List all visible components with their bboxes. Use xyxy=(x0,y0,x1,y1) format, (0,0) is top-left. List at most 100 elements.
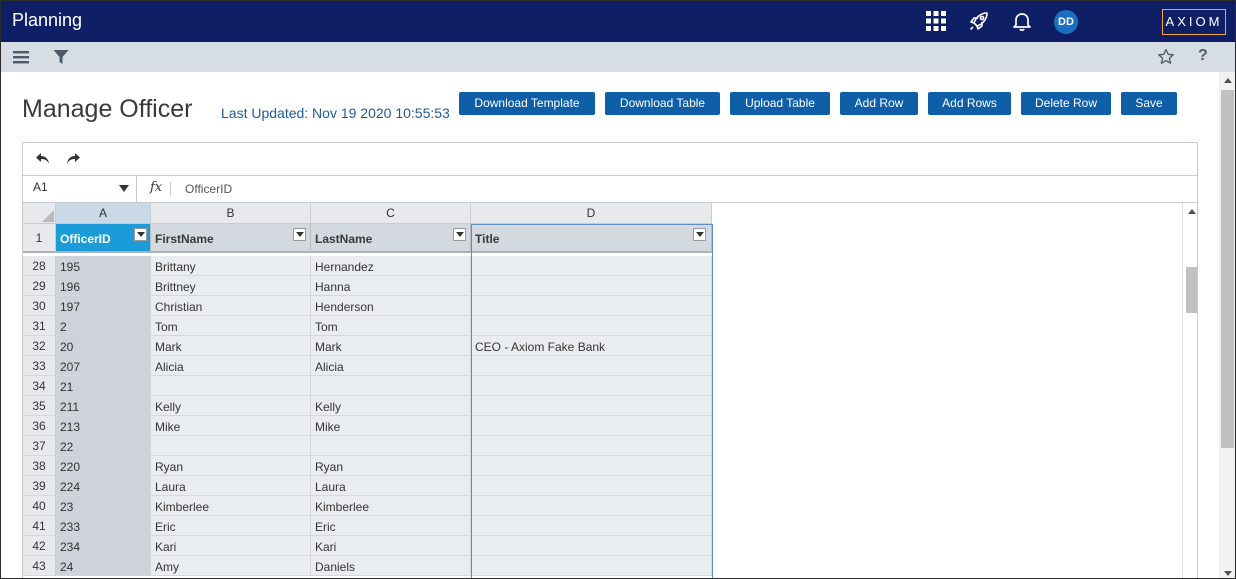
table-cell[interactable] xyxy=(471,436,712,456)
table-cell[interactable]: Daniels xyxy=(311,556,471,576)
table-cell[interactable] xyxy=(471,376,712,396)
table-cell[interactable]: 22 xyxy=(56,436,151,456)
grid-vertical-scrollbar[interactable] xyxy=(1182,203,1197,578)
scroll-down-arrow-icon[interactable] xyxy=(1224,571,1232,576)
table-cell[interactable]: Tom xyxy=(311,316,471,336)
table-cell[interactable]: Mark xyxy=(311,336,471,356)
table-cell[interactable] xyxy=(311,376,471,396)
chevron-down-icon[interactable] xyxy=(119,185,129,193)
table-cell[interactable] xyxy=(151,376,311,396)
scroll-up-arrow-icon[interactable] xyxy=(1188,209,1196,214)
table-cell[interactable]: Hanna xyxy=(311,276,471,296)
row-number[interactable]: 1 xyxy=(23,224,56,253)
table-cell[interactable]: Alicia xyxy=(311,356,471,376)
column-filter-button[interactable] xyxy=(134,228,147,241)
table-cell[interactable]: Eric xyxy=(151,516,311,536)
formula-input[interactable]: OfficerID xyxy=(185,182,232,196)
table-cell[interactable]: 211 xyxy=(56,396,151,416)
redo-icon[interactable] xyxy=(65,152,81,166)
table-cell[interactable]: 2 xyxy=(56,316,151,336)
page-vertical-scrollbar[interactable] xyxy=(1219,72,1235,578)
table-cell[interactable]: Kari xyxy=(311,536,471,556)
table-cell[interactable]: Laura xyxy=(151,476,311,496)
table-cell[interactable] xyxy=(471,296,712,316)
table-cell[interactable]: Mike xyxy=(151,416,311,436)
table-cell[interactable]: 234 xyxy=(56,536,151,556)
table-cell[interactable]: Ryan xyxy=(311,456,471,476)
select-all-corner[interactable] xyxy=(23,203,56,224)
table-cell[interactable] xyxy=(471,416,712,436)
delete-row-button[interactable]: Delete Row xyxy=(1021,92,1111,115)
table-cell[interactable]: Mike xyxy=(311,416,471,436)
table-cell[interactable] xyxy=(471,476,712,496)
row-number[interactable]: 28 xyxy=(23,256,56,276)
table-cell[interactable]: Henderson xyxy=(311,296,471,316)
table-cell[interactable] xyxy=(471,256,712,276)
table-cell[interactable]: Kelly xyxy=(311,396,471,416)
table-cell[interactable]: 196 xyxy=(56,276,151,296)
table-cell[interactable]: 197 xyxy=(56,296,151,316)
scroll-up-arrow-icon[interactable] xyxy=(1224,78,1232,83)
row-number[interactable]: 38 xyxy=(23,456,56,476)
table-cell[interactable]: Kelly xyxy=(151,396,311,416)
column-filter-button[interactable] xyxy=(453,228,466,241)
table-cell[interactable] xyxy=(471,556,712,576)
add-row-button[interactable]: Add Row xyxy=(840,92,918,115)
table-cell[interactable] xyxy=(471,356,712,376)
row-number[interactable]: 33 xyxy=(23,356,56,376)
table-cell[interactable]: Brittney xyxy=(151,276,311,296)
column-header-d[interactable]: D xyxy=(471,203,712,224)
table-cell[interactable]: 224 xyxy=(56,476,151,496)
bell-icon[interactable] xyxy=(1010,9,1034,33)
table-cell[interactable]: CEO - Axiom Fake Bank xyxy=(471,336,712,356)
table-cell[interactable]: Mark xyxy=(151,336,311,356)
table-cell[interactable]: Alicia xyxy=(151,356,311,376)
table-cell[interactable] xyxy=(471,456,712,476)
app-grid-icon[interactable] xyxy=(924,9,948,33)
row-number[interactable]: 43 xyxy=(23,556,56,576)
row-number[interactable]: 42 xyxy=(23,536,56,556)
row-number[interactable]: 32 xyxy=(23,336,56,356)
table-cell[interactable]: Ryan xyxy=(151,456,311,476)
table-cell[interactable]: 220 xyxy=(56,456,151,476)
cell-name-box[interactable]: A1 xyxy=(23,176,137,202)
table-cell[interactable]: Tom xyxy=(151,316,311,336)
table-cell[interactable]: 233 xyxy=(56,516,151,536)
table-cell[interactable]: 213 xyxy=(56,416,151,436)
row-number[interactable]: 36 xyxy=(23,416,56,436)
table-cell[interactable]: Kimberlee xyxy=(151,496,311,516)
table-cell[interactable]: Christian xyxy=(151,296,311,316)
table-cell[interactable] xyxy=(471,276,712,296)
download-template-button[interactable]: Download Template xyxy=(459,92,595,115)
table-cell[interactable]: 207 xyxy=(56,356,151,376)
upload-table-button[interactable]: Upload Table xyxy=(730,92,830,115)
row-number[interactable]: 40 xyxy=(23,496,56,516)
column-header-b[interactable]: B xyxy=(151,203,311,224)
table-cell[interactable]: Hernandez xyxy=(311,256,471,276)
row-number[interactable]: 30 xyxy=(23,296,56,316)
star-icon[interactable] xyxy=(1157,48,1175,66)
table-cell[interactable]: 195 xyxy=(56,256,151,276)
row-number[interactable]: 41 xyxy=(23,516,56,536)
row-number[interactable]: 39 xyxy=(23,476,56,496)
menu-icon[interactable] xyxy=(12,48,30,66)
row-number[interactable]: 37 xyxy=(23,436,56,456)
table-cell[interactable] xyxy=(471,536,712,556)
column-header-a[interactable]: A xyxy=(56,203,151,224)
download-table-button[interactable]: Download Table xyxy=(605,92,720,115)
table-cell[interactable] xyxy=(311,436,471,456)
header-cell-lastname[interactable]: LastName xyxy=(311,224,471,253)
table-cell[interactable] xyxy=(471,516,712,536)
table-cell[interactable]: 24 xyxy=(56,556,151,576)
table-cell[interactable]: Amy xyxy=(151,556,311,576)
table-cell[interactable] xyxy=(151,436,311,456)
table-cell[interactable]: Brittany xyxy=(151,256,311,276)
table-cell[interactable]: Kari xyxy=(151,536,311,556)
header-cell-title[interactable]: Title xyxy=(471,224,712,253)
undo-icon[interactable] xyxy=(35,152,51,166)
row-number[interactable]: 35 xyxy=(23,396,56,416)
header-cell-officerid[interactable]: OfficerID xyxy=(56,224,151,253)
scroll-thumb[interactable] xyxy=(1186,267,1197,313)
filter-icon[interactable] xyxy=(52,48,70,66)
user-avatar[interactable]: DD xyxy=(1054,10,1078,34)
